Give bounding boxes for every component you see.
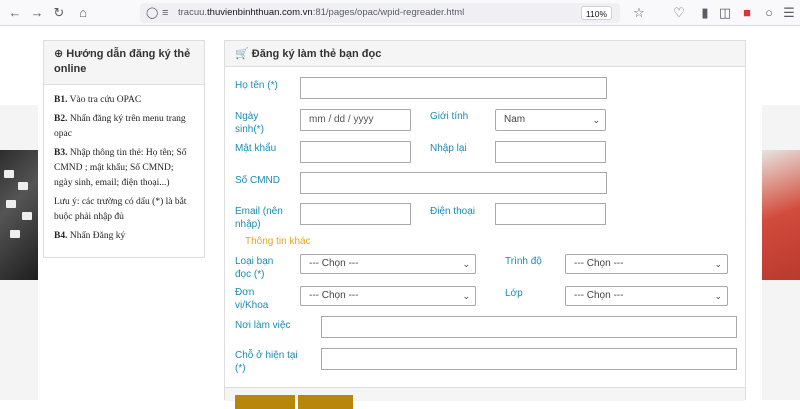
noilamviec-input[interactable] xyxy=(321,316,737,338)
url-text[interactable]: tracuu.thuvienbinhthuan.com.vn:81/pages/… xyxy=(178,3,464,23)
hoten-input[interactable] xyxy=(300,77,607,99)
decorative-image xyxy=(762,150,800,280)
guide-steps: B1. Vào tra cứu OPAC B2. Nhấn đăng ký tr… xyxy=(44,85,204,256)
extension-icon[interactable]: ■ xyxy=(738,4,756,22)
shield-icon[interactable]: ◯ xyxy=(146,5,158,21)
guide-step: B2. Nhấn đăng ký trên menu trang opac xyxy=(54,114,186,139)
guide-note: Lưu ý: các trường có dấu (*) là bắt buộc… xyxy=(54,197,187,222)
label-choohientai: Chỗ ở hiện tại (*) xyxy=(235,350,298,374)
label-donvi: Đơn vị/Khoa xyxy=(235,287,269,311)
matkhau-input[interactable] xyxy=(300,141,411,163)
bookmark-star-icon[interactable]: ☆ xyxy=(630,4,648,22)
loaibandoc-select[interactable]: --- Chọn --- ⌄ xyxy=(300,254,476,274)
gioitinh-select[interactable]: Nam ⌄ xyxy=(495,109,606,131)
sidebar-icon[interactable]: ◫ xyxy=(716,4,734,22)
guide-step: B3. Nhập thông tin thẻ: Họ tên; Số CMND … xyxy=(54,148,187,188)
forward-icon[interactable]: → xyxy=(28,4,46,22)
label-noilamviec: Nơi làm việc xyxy=(235,320,291,331)
label-matkhau: Mật khẩu xyxy=(235,143,277,154)
back-icon[interactable]: ← xyxy=(6,4,24,22)
menu-icon[interactable]: ☰ xyxy=(780,4,798,22)
cmnd-input[interactable] xyxy=(300,172,607,194)
guide-title: ⊕ Hướng dẫn đăng ký thẻ online xyxy=(44,41,204,85)
home-icon[interactable]: ⌂ xyxy=(74,4,92,22)
donvi-select[interactable]: --- Chọn --- ⌄ xyxy=(300,286,476,306)
browser-toolbar: ← → ↻ ⌂ ◯ ≡ tracuu.thuvienbinhthuan.com.… xyxy=(0,0,800,26)
reload-icon[interactable]: ↻ xyxy=(50,4,68,22)
label-nhaplai: Nhập lại xyxy=(430,143,467,154)
label-loaibandoc: Loại bạn đọc (*) xyxy=(235,256,274,280)
label-cmnd: Số CMND xyxy=(235,175,281,186)
email-input[interactable] xyxy=(300,203,411,225)
cart-icon: 🛒 xyxy=(235,48,249,60)
label-dienthoai: Điện thoại xyxy=(430,206,476,217)
chevron-down-icon: ⌄ xyxy=(462,291,470,301)
section-other-info: Thông tin khác xyxy=(245,236,311,247)
guide-step: B1. Vào tra cứu OPAC xyxy=(54,95,142,105)
keyboard-image xyxy=(0,150,38,280)
label-email: Email (nên nhập) xyxy=(235,206,283,230)
zoom-badge[interactable]: 110% xyxy=(580,6,612,20)
form-title: 🛒 Đăng ký làm thẻ bạn đọc xyxy=(225,41,745,67)
guide-panel: ⊕ Hướng dẫn đăng ký thẻ online B1. Vào t… xyxy=(43,40,205,258)
lop-select[interactable]: --- Chọn --- ⌄ xyxy=(565,286,728,306)
label-trinhdo: Trình độ xyxy=(505,256,542,267)
profile-icon[interactable]: ○ xyxy=(760,4,778,22)
chevron-down-icon: ⌄ xyxy=(592,115,600,125)
nhaplai-input[interactable] xyxy=(495,141,606,163)
chevron-down-icon: ⌄ xyxy=(714,291,722,301)
page-info-icon[interactable]: ≡ xyxy=(162,5,168,21)
registration-panel: 🛒 Đăng ký làm thẻ bạn đọc Họ tên (*) Ngà… xyxy=(224,40,746,409)
pocket-icon[interactable]: ♡ xyxy=(670,4,688,22)
label-hoten: Họ tên (*) xyxy=(235,80,278,91)
reset-button[interactable] xyxy=(298,395,353,409)
library-icon[interactable]: ▮ xyxy=(696,4,714,22)
chevron-down-icon: ⌄ xyxy=(462,259,470,269)
register-button[interactable] xyxy=(235,395,295,409)
url-bar[interactable]: ◯ ≡ tracuu.thuvienbinhthuan.com.vn:81/pa… xyxy=(140,3,620,23)
plus-circle-icon: ⊕ xyxy=(54,48,64,60)
trinhdo-select[interactable]: --- Chọn --- ⌄ xyxy=(565,254,728,274)
ngaysinh-input[interactable]: mm / dd / yyyy xyxy=(300,109,411,131)
guide-step: B4. Nhấn Đăng ký xyxy=(54,231,126,241)
label-gioitinh: Giới tính xyxy=(430,111,469,122)
label-lop: Lớp xyxy=(505,288,523,299)
dienthoai-input[interactable] xyxy=(495,203,606,225)
chevron-down-icon: ⌄ xyxy=(714,259,722,269)
label-ngaysinh: Ngày sinh(*) xyxy=(235,111,264,135)
choohientai-input[interactable] xyxy=(321,348,737,370)
